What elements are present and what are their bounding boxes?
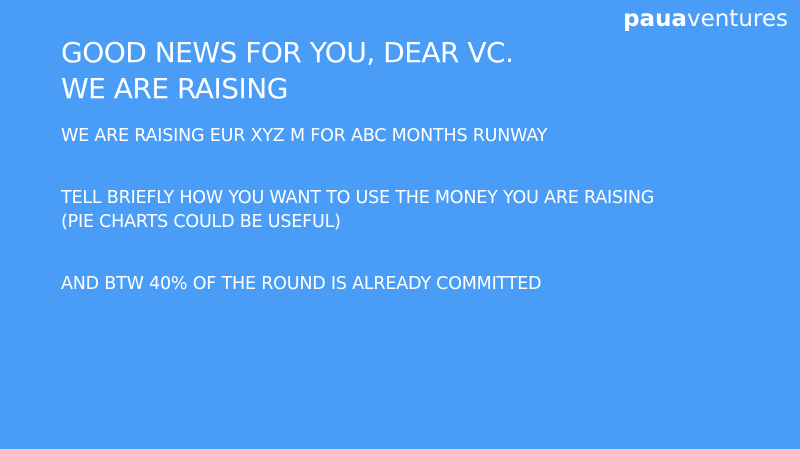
slide-title: GOOD NEWS FOR YOU, DEAR VC. WE ARE RAISI… <box>61 35 621 107</box>
body-paragraph-committed: AND BTW 40% OF THE ROUND IS ALREADY COMM… <box>61 272 761 296</box>
body-line: WE ARE RAISING EUR XYZ M FOR ABC MONTHS … <box>61 126 548 146</box>
logo-part-paua: paua <box>623 6 687 32</box>
slide: pauaventures GOOD NEWS FOR YOU, DEAR VC.… <box>0 0 800 449</box>
body-line: AND BTW 40% OF THE ROUND IS ALREADY COMM… <box>61 274 542 294</box>
paua-ventures-logo: pauaventures <box>623 8 788 31</box>
slide-title-line-2: WE ARE RAISING <box>61 72 288 105</box>
slide-title-line-1: GOOD NEWS FOR YOU, DEAR VC. <box>61 36 514 69</box>
logo-part-ventures: ventures <box>686 6 788 32</box>
body-paragraph-raising: WE ARE RAISING EUR XYZ M FOR ABC MONTHS … <box>61 124 761 148</box>
body-paragraph-use-of-funds: TELL BRIEFLY HOW YOU WANT TO USE THE MON… <box>61 186 761 234</box>
slide-body: WE ARE RAISING EUR XYZ M FOR ABC MONTHS … <box>61 124 761 296</box>
body-line: (PIE CHARTS COULD BE USEFUL) <box>61 212 341 232</box>
body-line: TELL BRIEFLY HOW YOU WANT TO USE THE MON… <box>61 188 655 208</box>
